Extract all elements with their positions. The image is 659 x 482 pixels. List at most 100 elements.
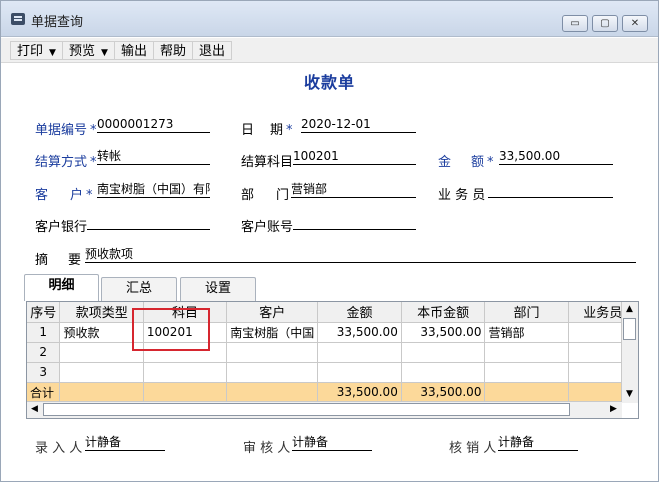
tab-summary[interactable]: 汇总 [101,277,177,301]
summary-label-part1: 摘 [35,253,49,268]
menu-help[interactable]: 帮助 [153,41,194,60]
col-header-dept[interactable]: 部门 [484,302,569,323]
grid-header-row: 序号 款项类型 科目 客户 金额 本币金额 部门 业务员 [27,302,638,323]
cell-local-amount[interactable] [401,362,486,383]
minimize-button[interactable]: ▭ [562,15,588,32]
cell-dept[interactable] [484,362,569,383]
scroll-down-icon[interactable]: ▼ [622,387,637,402]
horizontal-scrollbar[interactable]: ◀ ▶ [27,401,622,418]
table-row[interactable]: 3 [27,362,638,383]
settle-subject-field[interactable]: 100201 [293,149,416,165]
date-label-part1: 日 [241,123,255,138]
scroll-left-icon[interactable]: ◀ [27,402,42,417]
total-amount: 33,500.00 [317,382,402,403]
customer-bank-field[interactable] [87,214,210,230]
cell-amount[interactable] [317,362,402,383]
total-label: 合计 [27,382,61,403]
vertical-scroll-thumb[interactable] [623,318,636,340]
menu-print[interactable]: 打印 ▼ [10,41,63,60]
maximize-button[interactable]: ▢ [592,15,618,32]
required-mark: * [90,123,97,138]
col-header-amount[interactable]: 金额 [317,302,402,323]
tab-settings[interactable]: 设置 [180,277,256,301]
cell-subject[interactable] [143,362,228,383]
col-header-subject[interactable]: 科目 [143,302,228,323]
settle-subject-label: 结算科目 [241,155,294,170]
customer-account-label: 客户账号 [241,220,294,235]
date-field[interactable]: 2020-12-01 [301,117,416,133]
col-header-seq[interactable]: 序号 [27,302,61,323]
doc-no-field[interactable]: 0000001273 [97,117,210,133]
form-title: 收款单 [303,73,355,92]
app-icon [11,13,25,25]
dropdown-arrow-icon: ▼ [101,48,108,58]
receipt-query-window: 单据查询 ▭ ▢ ✕ 打印 ▼ 预览 ▼ 输出 帮助 退出 收款单 单据编号 * 00… [0,0,659,482]
menu-bar: 打印 ▼ 预览 ▼ 输出 帮助 退出 [1,38,658,63]
menu-print-label: 打印 [17,44,44,59]
date-label-part2: 期 [270,123,284,138]
customer-bank-label: 客户银行 [35,220,88,235]
doc-no-label: 单据编号 * [35,119,97,138]
review-person-field: 计静备 [292,435,372,451]
customer-label: 客 户 * [35,184,93,203]
customer-field[interactable]: 南宝树脂（中国）有限 [97,182,210,198]
menu-exit[interactable]: 退出 [192,41,233,60]
cell-type[interactable]: 预收款 [59,322,144,343]
col-header-type[interactable]: 款项类型 [59,302,144,323]
total-cell [226,382,319,403]
col-header-local-amount[interactable]: 本币金额 [401,302,486,323]
menu-preview-label: 预览 [69,44,96,59]
cell-customer[interactable] [226,362,319,383]
scroll-right-icon[interactable]: ▶ [606,402,621,417]
menu-preview[interactable]: 预览 ▼ [62,41,115,60]
cell-subject[interactable] [143,342,228,363]
summary-field[interactable]: 预收款项 [85,247,636,263]
cell-customer[interactable] [226,342,319,363]
table-row[interactable]: 2 [27,342,638,363]
required-mark: * [487,155,494,170]
table-row[interactable]: 1 预收款 100201 南宝树脂（中国 33,500.00 33,500.00… [27,322,638,343]
salesman-field[interactable] [488,182,613,198]
cell-local-amount[interactable] [401,342,486,363]
cell-amount[interactable]: 33,500.00 [317,322,402,343]
dept-field[interactable]: 营销部 [291,182,416,198]
total-cell [143,382,228,403]
dropdown-arrow-icon: ▼ [49,48,56,58]
cell-customer[interactable]: 南宝树脂（中国 [226,322,319,343]
total-cell [59,382,144,403]
horizontal-scroll-thumb[interactable] [43,403,570,416]
entry-person-field: 计静备 [85,435,165,451]
cell-local-amount[interactable]: 33,500.00 [401,322,486,343]
date-label: 日期 * [241,119,293,138]
required-mark: * [90,155,97,170]
total-cell [484,382,569,403]
row-number: 2 [27,342,61,363]
vertical-scrollbar[interactable]: ▲ ▼ [621,302,638,403]
doc-no-label-text: 单据编号 [35,123,88,138]
close-button[interactable]: ✕ [622,15,648,32]
customer-account-field[interactable] [293,214,416,230]
tab-detail[interactable]: 明细 [24,274,99,301]
customer-label-part1: 客 [35,188,49,203]
dept-label-part1: 部 [241,188,255,203]
verify-person-label: 核 销 人 [449,441,497,456]
cell-type[interactable] [59,342,144,363]
cell-dept[interactable]: 营销部 [484,322,569,343]
summary-label: 摘要 [35,249,81,268]
menu-export[interactable]: 输出 [114,41,155,60]
settle-method-label-text: 结算方式 [35,155,88,170]
cell-dept[interactable] [484,342,569,363]
cell-amount[interactable] [317,342,402,363]
cell-type[interactable] [59,362,144,383]
title-bar[interactable]: 单据查询 ▭ ▢ ✕ [1,1,658,37]
amount-label-part1: 金 [438,155,452,170]
amount-field[interactable]: 33,500.00 [499,149,613,165]
required-mark: * [86,188,93,203]
entry-person-label: 录 入 人 [35,441,83,456]
cell-subject[interactable]: 100201 [143,322,228,343]
col-header-customer[interactable]: 客户 [226,302,319,323]
scroll-up-icon[interactable]: ▲ [622,302,637,317]
settle-method-field[interactable]: 转帐 [97,149,210,165]
total-local-amount: 33,500.00 [401,382,486,403]
customer-label-part2: 户 [70,188,84,203]
